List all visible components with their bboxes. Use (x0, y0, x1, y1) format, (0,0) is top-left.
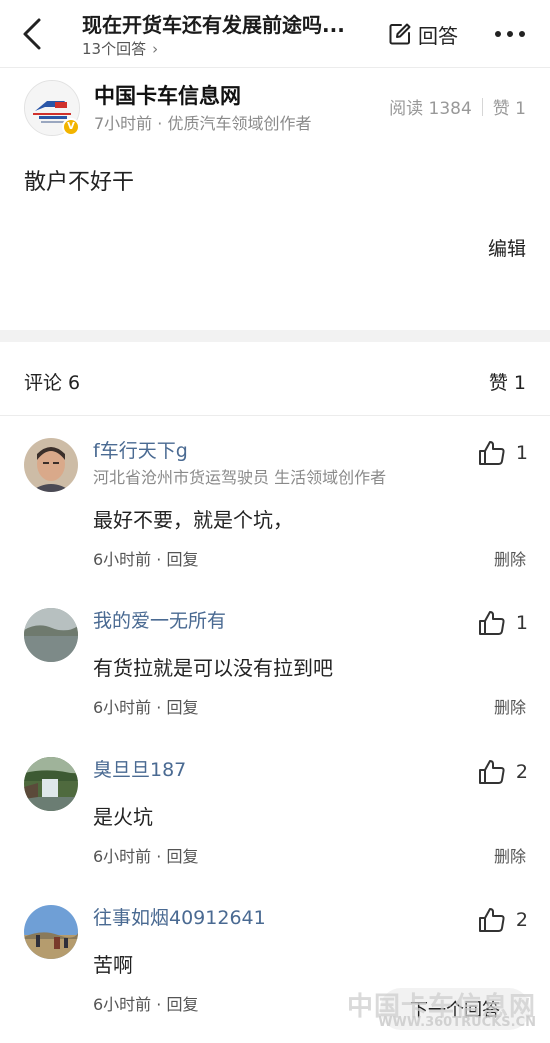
comments-header: 评论 6 赞 1 (0, 342, 550, 416)
answer-block: V 中国卡车信息网 7小时前 · 优质汽车领域创作者 阅读 1384 赞 1 散… (0, 68, 550, 330)
top-bar: 现在开货车还有发展前途吗... 13个回答 › 回答 (0, 0, 550, 68)
comment-item: 臭旦旦187 是火坑 6小时前 · 回复 删除 2 (0, 737, 550, 885)
pencil-square-icon (389, 23, 411, 45)
like-count: 赞 1 (492, 99, 526, 119)
like-count: 1 (515, 612, 528, 634)
section-divider (0, 330, 550, 342)
comment-author[interactable]: f车行天下g (93, 436, 188, 463)
answers-count-link[interactable]: 13个回答 › (82, 38, 158, 59)
author-name[interactable]: 中国卡车信息网 (94, 80, 241, 110)
comments-likes: 赞 1 (488, 372, 526, 394)
comment-time-reply[interactable]: 6小时前 · 回复 (93, 991, 198, 1015)
answer-button[interactable]: 回答 (388, 18, 458, 50)
comment-author[interactable]: 臭旦旦187 (93, 755, 186, 782)
like-button[interactable]: 1 (478, 610, 528, 636)
comment-author-subtitle: 河北省沧州市货运驾驶员 生活领域创作者 (93, 468, 387, 487)
like-count: 1 (515, 442, 528, 464)
like-count: 2 (515, 761, 528, 783)
edit-button[interactable]: 编辑 (488, 234, 526, 261)
delete-button[interactable]: 删除 (494, 546, 526, 570)
more-button[interactable] (490, 20, 530, 48)
chevron-right-icon: › (152, 40, 159, 58)
delete-button[interactable]: 删除 (494, 694, 526, 718)
comment-time-reply[interactable]: 6小时前 · 回复 (93, 694, 198, 718)
lake-photo-icon (24, 608, 78, 662)
comment-text: 是火坑 (93, 805, 153, 829)
thumbs-up-icon (478, 611, 505, 635)
avatar[interactable] (24, 905, 78, 959)
answer-content: 散户不好干 (24, 170, 135, 195)
comment-text: 苦啊 (93, 953, 133, 977)
question-title[interactable]: 现在开货车还有发展前途吗... (82, 9, 372, 38)
comment-text: 最好不要，就是个坑， (93, 508, 293, 532)
like-button[interactable]: 2 (478, 759, 528, 785)
thumbs-up-icon (478, 908, 505, 932)
comment-item: 我的爱一无所有 有货拉就是可以没有拉到吧 6小时前 · 回复 删除 1 (0, 588, 550, 736)
like-button[interactable]: 1 (478, 440, 528, 466)
stats-divider (481, 97, 483, 116)
read-count: 阅读 1384 (389, 99, 472, 119)
comments-count: 评论 6 (24, 372, 81, 394)
like-count: 2 (515, 909, 528, 931)
chevron-left-icon (23, 18, 41, 50)
comment-time-reply[interactable]: 6小时前 · 回复 (93, 843, 198, 867)
answer-stats: 阅读 1384 赞 1 (389, 94, 526, 119)
comment-author[interactable]: 我的爱一无所有 (93, 606, 226, 633)
landscape-photo-icon (24, 905, 78, 959)
avatar[interactable] (24, 757, 78, 811)
comment-time-reply[interactable]: 6小时前 · 回复 (93, 546, 198, 570)
verified-badge: V (62, 118, 80, 136)
user-photo-icon (24, 438, 78, 492)
author-meta: 7小时前 · 优质汽车领域创作者 (94, 114, 312, 133)
answer-button-label: 回答 (418, 23, 458, 48)
avatar[interactable] (24, 608, 78, 662)
comment-item: f车行天下g 河北省沧州市货运驾驶员 生活领域创作者 最好不要，就是个坑， 6小… (0, 418, 550, 569)
comment-text: 有货拉就是可以没有拉到吧 (93, 656, 333, 680)
waterfall-photo-icon (24, 757, 78, 811)
avatar[interactable] (24, 438, 78, 492)
comment-author[interactable]: 往事如烟40912641 (93, 903, 266, 930)
more-horizontal-icon (495, 31, 525, 37)
thumbs-up-icon (478, 760, 505, 784)
like-button[interactable]: 2 (478, 907, 528, 933)
delete-button[interactable]: 删除 (494, 843, 526, 867)
thumbs-up-icon (478, 441, 505, 465)
answers-count: 13个回答 (82, 40, 147, 58)
back-button[interactable] (14, 14, 54, 54)
next-answer-button[interactable]: 下一个回答 (380, 988, 530, 1030)
